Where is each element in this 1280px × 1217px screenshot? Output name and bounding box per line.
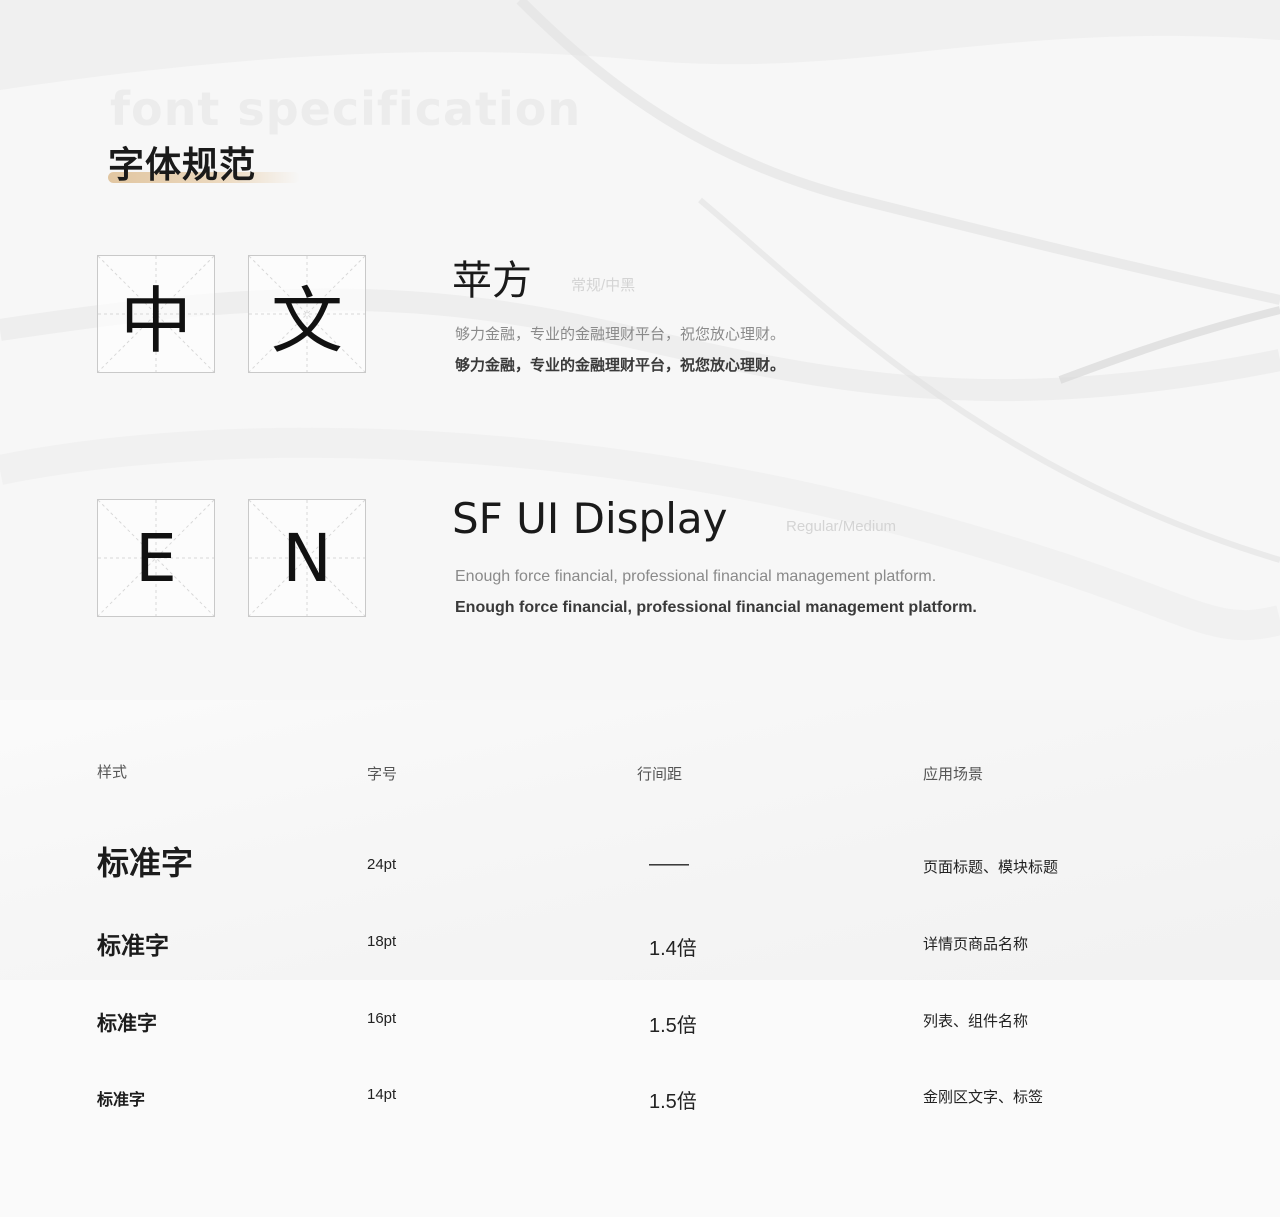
glyph-box-n: N bbox=[248, 499, 366, 617]
row-scene: 页面标题、模块标题 bbox=[923, 859, 1059, 876]
chinese-sample-regular: 够力金融，专业的金融理财平台，祝您放心理财。 bbox=[455, 326, 786, 343]
glyph-box-e: E bbox=[97, 499, 215, 617]
glyph-character: 文 bbox=[270, 278, 343, 363]
glyph-box-wen: 文 bbox=[248, 255, 366, 373]
watermark-title: font specification bbox=[110, 82, 582, 136]
glyph-character: E bbox=[135, 519, 177, 597]
header-scene: 应用场景 bbox=[923, 766, 984, 783]
english-sample-regular: Enough force financial, professional fin… bbox=[455, 568, 937, 585]
glyph-character: N bbox=[282, 519, 332, 597]
chinese-font-weights: 常规/中黑 bbox=[571, 277, 636, 294]
title-block: 字体规范 bbox=[108, 136, 300, 188]
row-style-sample: 标准字 bbox=[97, 1013, 157, 1035]
row-line-height: 1.4倍 bbox=[649, 938, 697, 960]
row-style-sample: 标准字 bbox=[97, 933, 169, 960]
page-title: 字体规范 bbox=[108, 145, 257, 186]
row-style-sample: 标准字 bbox=[97, 845, 194, 881]
row-scene: 列表、组件名称 bbox=[923, 1013, 1029, 1030]
row-style-sample: 标准字 bbox=[97, 1092, 146, 1109]
chinese-font-name: 苹方 bbox=[452, 258, 532, 304]
glyph-box-zhong: 中 bbox=[97, 255, 215, 373]
row-size: 24pt bbox=[367, 856, 397, 873]
header-style: 样式 bbox=[97, 764, 128, 781]
row-line-height: —— bbox=[649, 853, 689, 875]
glyph-character: 中 bbox=[119, 278, 192, 363]
english-sample-medium: Enough force financial, professional fin… bbox=[455, 599, 977, 616]
header-line-height: 行间距 bbox=[637, 766, 683, 783]
row-size: 14pt bbox=[367, 1086, 397, 1103]
chinese-sample-medium: 够力金融，专业的金融理财平台，祝您放心理财。 bbox=[455, 357, 786, 374]
font-specification-page: font specification 字体规范 中 文 苹方 常规/中黑 够力金… bbox=[0, 0, 1280, 1217]
english-font-name: SF UI Display bbox=[452, 494, 728, 543]
row-line-height: 1.5倍 bbox=[649, 1091, 697, 1113]
row-scene: 详情页商品名称 bbox=[923, 936, 1029, 953]
row-size: 16pt bbox=[367, 1010, 397, 1027]
english-font-weights: Regular/Medium bbox=[786, 518, 897, 535]
header-size: 字号 bbox=[367, 766, 398, 783]
row-line-height: 1.5倍 bbox=[649, 1015, 697, 1037]
row-scene: 金刚区文字、标签 bbox=[923, 1089, 1044, 1106]
row-size: 18pt bbox=[367, 933, 397, 950]
